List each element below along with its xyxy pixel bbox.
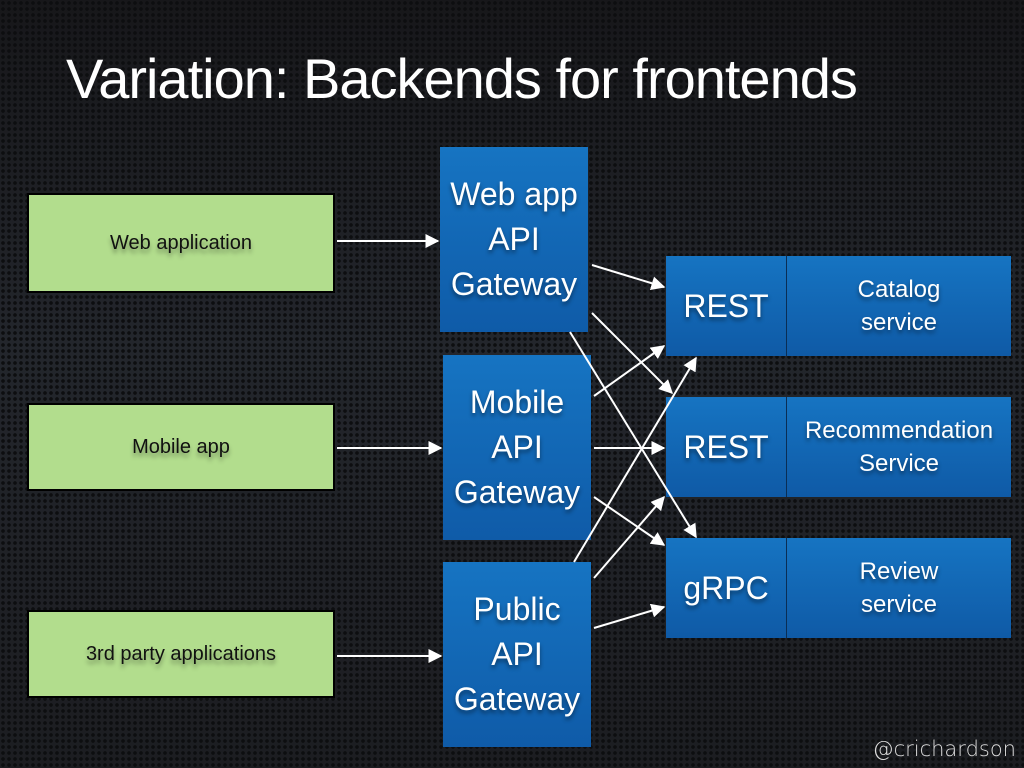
arrow-gateway-0-to-service-2: [569, 331, 697, 539]
arrow-gateway-0-to-service-1: [591, 312, 673, 394]
arrow-gateway-2-to-service-2: [593, 603, 666, 629]
arrow-gateway-0-to-service-0: [591, 264, 666, 291]
author-credit: @crichardson: [872, 737, 1016, 761]
connection-arrows: [337, 234, 697, 663]
arrow-gateway-1-to-service-0: [593, 345, 666, 397]
